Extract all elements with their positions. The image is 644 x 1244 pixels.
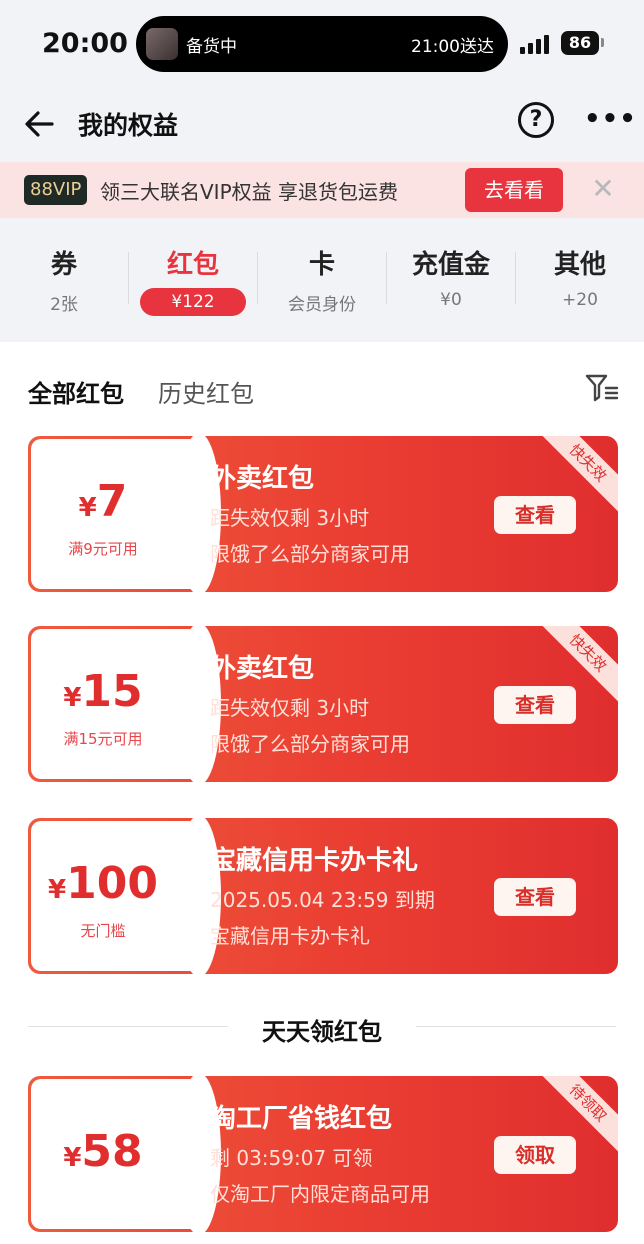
coupon-scope: 宝藏信用卡办卡礼 (210, 924, 370, 948)
amount-value: 15 (81, 666, 143, 717)
coupon-expiry: 距失效仅剩 3小时 (210, 506, 370, 530)
section-title: 天天领红包 (262, 1018, 382, 1046)
category-label: 卡 (308, 250, 335, 280)
promo-text: 领三大联名VIP权益 享退货包运费 (100, 180, 398, 204)
coupon-expiry: 2025.05.04 23:59 到期 (210, 888, 435, 912)
category-sub: +20 (562, 290, 598, 310)
category-label: 券 (50, 250, 77, 280)
category-topup[interactable]: 充值金 ¥0 (387, 244, 515, 310)
coupon-title: 淘工厂省钱红包 (210, 1104, 393, 1134)
coupon-scope: 限饿了么部分商家可用 (210, 732, 410, 756)
page-title: 我的权益 (78, 111, 179, 140)
coupon-countdown: 剩 03:59:07 可领 (210, 1146, 373, 1170)
currency-symbol: ¥ (63, 1143, 82, 1173)
close-icon[interactable]: ✕ (588, 174, 618, 204)
more-options-icon[interactable]: ••• (584, 104, 636, 134)
filter-icon[interactable] (584, 370, 620, 406)
battery-tip (601, 38, 604, 47)
category-cards[interactable]: 卡 会员身份 (258, 244, 386, 315)
coupon-title: 外卖红包 (210, 654, 315, 684)
divider (416, 1026, 616, 1027)
currency-symbol: ¥ (78, 493, 97, 523)
dynamic-island[interactable]: 备货中 21:00送达 (136, 16, 508, 72)
signal-icon (520, 34, 552, 54)
coupon-title: 外卖红包 (210, 464, 315, 494)
coupon-card[interactable]: ¥58 淘工厂省钱红包 剩 03:59:07 可领 仅淘工厂内限定商品可用 领取… (28, 1076, 618, 1232)
category-label: 充值金 (411, 250, 490, 280)
status-bar: 20:00 备货中 21:00送达 86 (0, 0, 644, 90)
benefit-category-tabs: 券 2张 红包 ¥122 卡 会员身份 充值金 ¥0 其他 +20 (0, 218, 644, 342)
coupon-amount: ¥15 (28, 666, 178, 717)
back-arrow-icon[interactable] (22, 106, 58, 142)
category-sub: ¥0 (440, 290, 462, 310)
nav-header: 我的权益 ? ••• (0, 90, 644, 162)
coupon-expiry: 距失效仅剩 3小时 (210, 696, 370, 720)
category-other[interactable]: 其他 +20 (516, 244, 644, 310)
category-red-packets[interactable]: 红包 ¥122 (129, 244, 257, 316)
island-eta-text: 21:00送达 (411, 37, 494, 57)
amount-value: 100 (66, 858, 158, 909)
currency-symbol: ¥ (63, 683, 82, 713)
coupon-card[interactable]: ¥100 无门槛 宝藏信用卡办卡礼 2025.05.04 23:59 到期 宝藏… (28, 818, 618, 974)
battery-icon: 86 (561, 31, 599, 55)
coupon-amount: ¥100 (28, 858, 178, 909)
vip-promo-banner[interactable]: 88VIP 领三大联名VIP权益 享退货包运费 去看看 ✕ (0, 162, 644, 218)
category-amount-pill: ¥122 (140, 288, 246, 316)
coupon-condition: 满9元可用 (68, 540, 138, 558)
delivery-thumbnail-icon (146, 28, 178, 60)
vip-badge: 88VIP (24, 175, 88, 205)
coupon-title: 宝藏信用卡办卡礼 (210, 846, 419, 876)
coupon-view-button[interactable]: 查看 (494, 878, 576, 916)
coupon-amount: ¥58 (28, 1126, 178, 1177)
promo-go-button[interactable]: 去看看 (465, 168, 563, 212)
coupon-view-button[interactable]: 查看 (494, 496, 576, 534)
coupon-amount: ¥7 (28, 476, 178, 527)
coupon-claim-button[interactable]: 领取 (494, 1136, 576, 1174)
tab-history-red-packets[interactable]: 历史红包 (158, 374, 254, 409)
amount-value: 7 (96, 476, 128, 527)
category-sub: 会员身份 (288, 295, 356, 315)
coupon-condition: 满15元可用 (63, 730, 143, 748)
amount-value: 58 (81, 1126, 143, 1177)
category-coupons[interactable]: 券 2张 (0, 244, 128, 315)
status-time: 20:00 (42, 28, 128, 59)
currency-symbol: ¥ (48, 875, 67, 905)
category-sub: 2张 (50, 295, 78, 315)
coupon-scope: 仅淘工厂内限定商品可用 (210, 1182, 430, 1206)
island-status-text: 备货中 (186, 37, 237, 57)
category-label: 红包 (166, 250, 219, 280)
category-label: 其他 (553, 250, 606, 280)
help-icon[interactable]: ? (518, 102, 554, 138)
coupon-scope: 限饿了么部分商家可用 (210, 542, 410, 566)
daily-red-packets-heading: 天天领红包 (0, 1008, 644, 1046)
tab-all-red-packets[interactable]: 全部红包 (28, 374, 124, 409)
coupon-condition: 无门槛 (80, 922, 126, 940)
coupon-card[interactable]: ¥7 满9元可用 外卖红包 距失效仅剩 3小时 限饿了么部分商家可用 查看 快失… (28, 436, 618, 592)
coupon-view-button[interactable]: 查看 (494, 686, 576, 724)
red-packet-list-tabs: 全部红包 历史红包 (0, 342, 644, 432)
coupon-card[interactable]: ¥15 满15元可用 外卖红包 距失效仅剩 3小时 限饿了么部分商家可用 查看 … (28, 626, 618, 782)
